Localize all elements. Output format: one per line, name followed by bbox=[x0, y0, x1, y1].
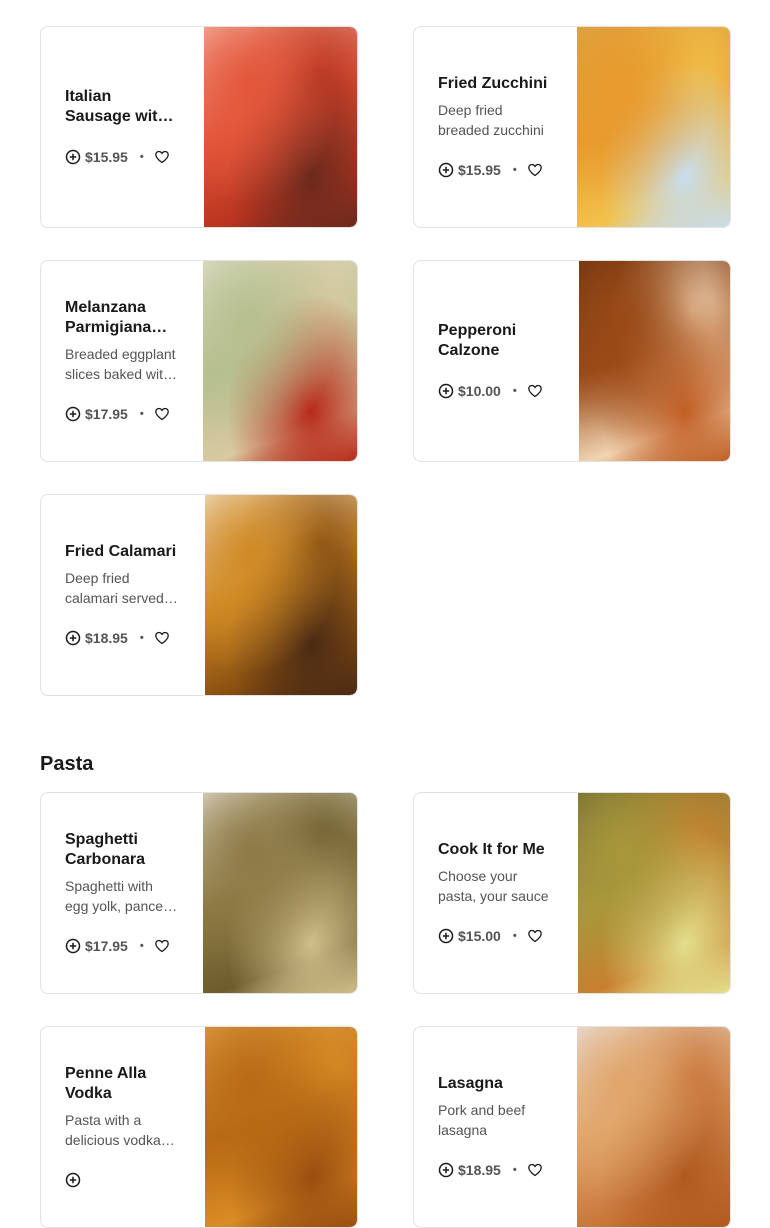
menu-item-title: Cook It for Me bbox=[438, 841, 545, 858]
menu-item-description: Choose your pasta, your sauce bbox=[438, 868, 549, 904]
menu-item-photo bbox=[205, 1027, 357, 1227]
menu-item-info: Italian Sausage with Peppers $15.95 • bbox=[65, 27, 179, 227]
separator-dot: • bbox=[139, 632, 144, 644]
menu-item-photo bbox=[203, 261, 357, 461]
menu-item-price: $15.00 bbox=[458, 928, 501, 944]
menu-item-price: $18.95 bbox=[458, 1162, 501, 1178]
heart-icon[interactable] bbox=[154, 149, 170, 165]
menu-item-price: $17.95 bbox=[85, 406, 128, 422]
heart-icon[interactable] bbox=[527, 162, 543, 178]
menu-item-info: Cook It for Me Choose your pasta, your s… bbox=[438, 793, 552, 993]
heart-icon[interactable] bbox=[154, 630, 170, 646]
menu-item-info: Melanzana Parmigiana Appetizer Breaded e… bbox=[65, 261, 179, 461]
menu-item-meta: $15.95 • bbox=[65, 147, 179, 167]
menu-item-title: Spaghetti Carbonara bbox=[65, 831, 146, 868]
menu-item-description: Deep fried breaded zucchini bbox=[438, 102, 544, 138]
menu-item-price: $15.95 bbox=[85, 149, 128, 165]
menu-item-info: Spaghetti Carbonara Spaghetti with egg y… bbox=[65, 793, 179, 993]
menu-item-price: $10.00 bbox=[458, 383, 501, 399]
add-circle-icon[interactable] bbox=[65, 406, 81, 422]
menu-item-description: Pork and beef lasagna bbox=[438, 1102, 526, 1138]
menu-item-info: Lasagna Pork and beef lasagna $18.95 • bbox=[438, 1027, 552, 1227]
menu-item-meta: $17.95 • bbox=[65, 936, 179, 956]
heart-icon[interactable] bbox=[154, 938, 170, 954]
menu-item-photo bbox=[578, 793, 730, 993]
menu-item-card[interactable]: Melanzana Parmigiana Appetizer Breaded e… bbox=[40, 260, 358, 462]
separator-dot: • bbox=[512, 385, 517, 397]
menu-item-meta: $18.95 • bbox=[65, 628, 179, 648]
menu-item-card[interactable]: Lasagna Pork and beef lasagna $18.95 • bbox=[413, 1026, 731, 1228]
menu-item-card[interactable]: Pepperoni Calzone $10.00 • bbox=[413, 260, 731, 462]
menu-item-photo bbox=[203, 793, 357, 993]
separator-dot: • bbox=[512, 930, 517, 942]
add-circle-icon[interactable] bbox=[438, 928, 454, 944]
menu-item-description: Breaded eggplant slices baked with chees… bbox=[65, 346, 176, 382]
menu-item-title: Italian Sausage with Peppers bbox=[65, 88, 168, 125]
menu-item-card[interactable]: Italian Sausage with Peppers $15.95 • bbox=[40, 26, 358, 228]
heart-icon[interactable] bbox=[527, 383, 543, 399]
menu-item-card[interactable]: Cook It for Me Choose your pasta, your s… bbox=[413, 792, 731, 994]
menu-item-info: Penne Alla Vodka Pasta with a delicious … bbox=[65, 1027, 179, 1227]
menu-item-info: Fried Calamari Deep fried calamari serve… bbox=[65, 495, 179, 695]
section-heading-pasta: Pasta bbox=[40, 753, 94, 775]
menu-item-description: Deep fried calamari served with marinara bbox=[65, 570, 164, 606]
menu-item-info: Fried Zucchini Deep fried breaded zucchi… bbox=[438, 27, 552, 227]
separator-dot: • bbox=[512, 164, 517, 176]
menu-item-photo bbox=[577, 27, 730, 227]
menu-item-info: Pepperoni Calzone $10.00 • bbox=[438, 261, 552, 461]
heart-icon[interactable] bbox=[154, 406, 170, 422]
separator-dot: • bbox=[512, 1164, 517, 1176]
add-circle-icon[interactable] bbox=[65, 149, 81, 165]
add-circle-icon[interactable] bbox=[438, 383, 454, 399]
menu-item-card[interactable]: Spaghetti Carbonara Spaghetti with egg y… bbox=[40, 792, 358, 994]
menu-item-photo bbox=[579, 261, 730, 461]
menu-item-title: Fried Zucchini bbox=[438, 75, 548, 92]
add-circle-icon[interactable] bbox=[65, 630, 81, 646]
menu-item-title: Lasagna bbox=[438, 1075, 503, 1092]
menu-item-description: Spaghetti with egg yolk, pancetta and pe… bbox=[65, 878, 179, 914]
menu-item-meta: $15.00 • bbox=[438, 926, 552, 946]
menu-item-description: Pasta with a delicious vodka sauce bbox=[65, 1112, 161, 1148]
menu-item-meta bbox=[65, 1170, 179, 1190]
menu-item-title: Pepperoni Calzone bbox=[438, 322, 517, 359]
menu-item-card[interactable]: Penne Alla Vodka Pasta with a delicious … bbox=[40, 1026, 358, 1228]
heart-icon[interactable] bbox=[527, 1162, 543, 1178]
menu-item-title: Melanzana Parmigiana Appetizer bbox=[65, 299, 152, 336]
add-circle-icon[interactable] bbox=[65, 1172, 81, 1188]
separator-dot: • bbox=[139, 408, 144, 420]
menu-item-meta: $15.95 • bbox=[438, 160, 552, 180]
menu-item-meta: $10.00 • bbox=[438, 381, 552, 401]
heart-icon[interactable] bbox=[527, 928, 543, 944]
menu-item-meta: $18.95 • bbox=[438, 1160, 552, 1180]
menu-item-title: Penne Alla Vodka bbox=[65, 1065, 147, 1102]
menu-item-price: $15.95 bbox=[458, 162, 501, 178]
menu-item-photo bbox=[204, 27, 357, 227]
add-circle-icon[interactable] bbox=[438, 1162, 454, 1178]
menu-item-price: $18.95 bbox=[85, 630, 128, 646]
separator-dot: • bbox=[139, 940, 144, 952]
menu-item-meta: $17.95 • bbox=[65, 404, 179, 424]
menu-item-photo bbox=[577, 1027, 730, 1227]
menu-item-card[interactable]: Fried Zucchini Deep fried breaded zucchi… bbox=[413, 26, 731, 228]
add-circle-icon[interactable] bbox=[438, 162, 454, 178]
menu-item-photo bbox=[205, 495, 357, 695]
menu-item-card[interactable]: Fried Calamari Deep fried calamari serve… bbox=[40, 494, 358, 696]
add-circle-icon[interactable] bbox=[65, 938, 81, 954]
menu-item-price: $17.95 bbox=[85, 938, 128, 954]
menu-item-title: Fried Calamari bbox=[65, 543, 177, 560]
separator-dot: • bbox=[139, 151, 144, 163]
